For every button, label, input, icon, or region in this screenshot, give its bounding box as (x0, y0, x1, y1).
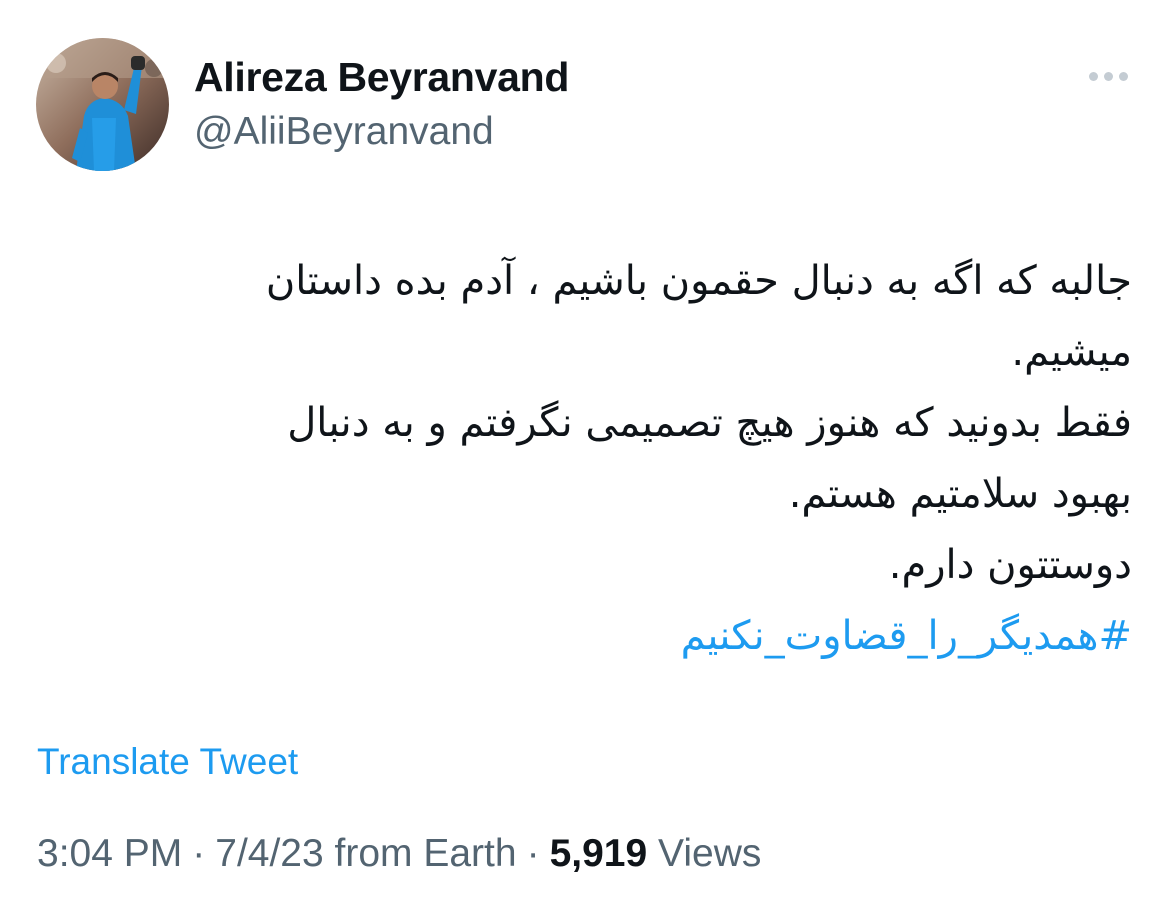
translate-tweet-link[interactable]: Translate Tweet (37, 741, 298, 783)
author-handle[interactable]: @AliiBeyranvand (194, 110, 494, 154)
meta-separator: · (526, 832, 540, 875)
more-options-button[interactable] (1084, 58, 1132, 94)
author-display-name[interactable]: Alireza Beyranvand (194, 54, 569, 101)
more-horizontal-icon-dot (1118, 71, 1128, 81)
more-horizontal-icon (1088, 71, 1098, 81)
avatar[interactable] (36, 38, 169, 171)
tweet-time[interactable]: 3:04 PM (37, 832, 182, 875)
views-label: Views (658, 832, 762, 875)
tweet-text-line: میشیم. (1011, 329, 1132, 375)
tweet-text-line: دوستتون دارم. (888, 542, 1132, 588)
avatar-photo (36, 38, 169, 171)
views-stat[interactable]: 5,919 Views (550, 832, 762, 875)
tweet-text-line: جالبه که اگه به دنبال حقمون باشیم ، آدم … (265, 258, 1132, 304)
more-horizontal-icon-dot (1103, 71, 1113, 81)
tweet-text-line: فقط بدونید که هنوز هیچ تصمیمی نگرفتم و ب… (287, 400, 1132, 446)
views-count: 5,919 (549, 832, 648, 875)
meta-separator: · (192, 832, 206, 875)
hashtag-link[interactable]: #همدیگر_را_قضاوت_نکنیم (122, 601, 1132, 672)
tweet-text: جالبه که اگه به دنبال حقمون باشیم ، آدم … (122, 246, 1132, 672)
tweet-date-source[interactable]: 7/4/23 from Earth (215, 832, 516, 875)
tweet-text-line: بهبود سلامتیم هستم. (788, 471, 1132, 517)
tweet-metadata: 3:04 PM · 7/4/23 from Earth · 5,919 Views (37, 832, 761, 876)
